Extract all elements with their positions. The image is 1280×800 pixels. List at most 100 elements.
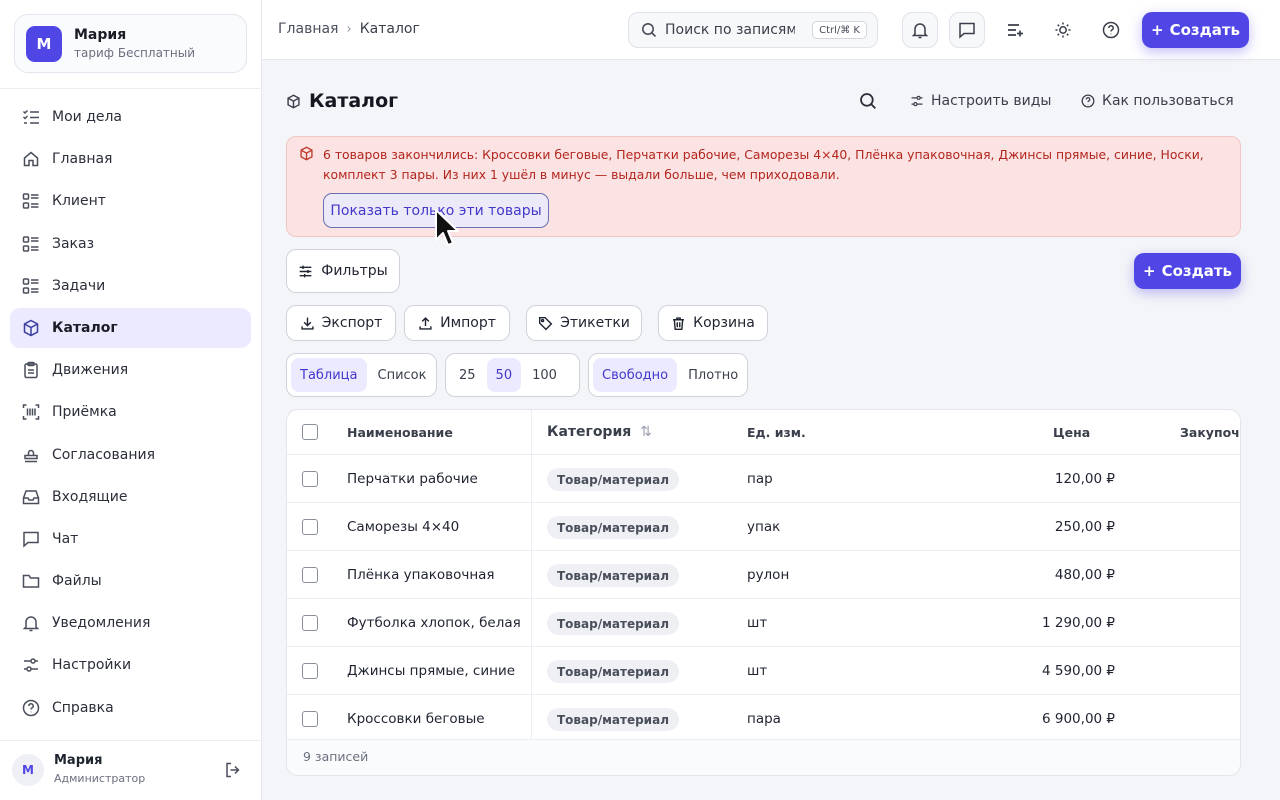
topbar: Главная › Каталог Поиск по записям Ctrl/… [262, 0, 1280, 60]
table-footer [287, 739, 1240, 775]
column-price[interactable]: Цена [1053, 425, 1090, 440]
theme-toggle-button[interactable] [1045, 12, 1081, 48]
select-all-checkbox[interactable] [302, 424, 318, 440]
table-row[interactable]: Кроссовки беговые Товар/материал пара 6 … [287, 695, 1240, 743]
quick-add-button[interactable] [997, 12, 1033, 48]
row-checkbox[interactable] [302, 519, 318, 535]
row-unit: пар [747, 471, 773, 487]
how-to-use-link[interactable]: Как пользоваться [1081, 93, 1234, 109]
category-badge: Товар/материал [547, 660, 679, 683]
column-category[interactable]: Категория ⇅ [547, 424, 652, 440]
create-item-button[interactable]: + Создать [1134, 253, 1241, 289]
density-option-compact[interactable]: Плотно [679, 358, 747, 392]
sidebar-item-my-tasks[interactable]: Мои дела [10, 97, 251, 137]
logout-icon[interactable] [224, 761, 242, 779]
page-size-option-100[interactable]: 100 [523, 358, 566, 392]
column-unit[interactable]: Ед. изм. [747, 425, 806, 440]
sliders-icon [910, 94, 924, 108]
alert-message: 6 товаров закончились: Кроссовки беговые… [323, 147, 1204, 182]
labels-button[interactable]: Этикетки [526, 305, 642, 341]
stamp-icon [22, 446, 40, 464]
table-header: Наименование Категория ⇅ Ед. изм. Цена З… [287, 410, 1240, 455]
page-size-option-25[interactable]: 25 [450, 358, 485, 392]
sidebar-item-inbox[interactable]: Входящие [10, 477, 251, 517]
sidebar-item-receiving[interactable]: Приёмка [10, 392, 251, 432]
org-plan: тариф Бесплатный [74, 46, 196, 60]
view-option-list[interactable]: Список [369, 358, 436, 392]
sidebar-item-order[interactable]: Заказ [10, 224, 251, 264]
list-icon [22, 277, 40, 295]
sidebar-item-label: Настройки [52, 657, 132, 674]
row-checkbox[interactable] [302, 471, 318, 487]
table-row[interactable]: Саморезы 4×40 Товар/материал упак 250,00… [287, 503, 1240, 551]
row-unit: шт [747, 615, 768, 631]
table-row[interactable]: Перчатки рабочие Товар/материал пар 120,… [287, 455, 1240, 503]
sliders-icon [298, 264, 313, 279]
search-icon[interactable] [859, 92, 877, 110]
sidebar-item-settings[interactable]: Настройки [10, 645, 251, 685]
page-title-text: Каталог [309, 90, 399, 112]
tag-icon [538, 316, 553, 331]
sidebar-item-catalog[interactable]: Каталог [10, 307, 251, 348]
table-row[interactable]: Джинсы прямые, синие Товар/материал шт 4… [287, 647, 1240, 695]
trash-button[interactable]: Корзина [658, 305, 768, 341]
view-option-table[interactable]: Таблица [291, 358, 367, 392]
sidebar-item-label: Уведомления [52, 615, 151, 632]
sidebar-item-label: Справка [52, 699, 114, 716]
sidebar-item-tasks[interactable]: Задачи [10, 266, 251, 306]
row-name: Саморезы 4×40 [347, 519, 460, 535]
table-row[interactable]: Футболка хлопок, белая Товар/материал шт… [287, 599, 1240, 647]
sidebar-item-help[interactable]: Справка [10, 688, 251, 728]
help-button[interactable] [1093, 12, 1129, 48]
avatar[interactable]: М [12, 754, 44, 786]
sidebar-item-files[interactable]: Файлы [10, 561, 251, 601]
record-count: 9 записей [303, 749, 369, 764]
search-input[interactable]: Поиск по записям Ctrl/⌘ K [628, 12, 878, 48]
sidebar-item-client[interactable]: Клиент [10, 181, 251, 221]
sidebar-item-movements[interactable]: Движения [10, 350, 251, 390]
row-checkbox[interactable] [302, 567, 318, 583]
row-name: Футболка хлопок, белая [347, 615, 521, 631]
row-checkbox[interactable] [302, 711, 318, 727]
chat-button[interactable] [949, 12, 985, 48]
row-name: Плёнка упаковочная [347, 567, 495, 583]
breadcrumb-home[interactable]: Главная [278, 21, 338, 37]
filters-button[interactable]: Фильтры [286, 249, 400, 293]
configure-views-link[interactable]: Настроить виды [910, 93, 1051, 109]
row-checkbox[interactable] [302, 663, 318, 679]
category-badge: Товар/материал [547, 516, 679, 539]
bell-icon [911, 21, 929, 39]
trash-label: Корзина [693, 315, 755, 331]
export-button[interactable]: Экспорт [286, 305, 396, 341]
sidebar-item-chat[interactable]: Чат [10, 519, 251, 559]
breadcrumb: Главная › Каталог [278, 21, 420, 37]
catalog-table: Наименование Категория ⇅ Ед. изм. Цена З… [286, 409, 1241, 776]
notifications-button[interactable] [902, 12, 938, 48]
row-price: 120,00 ₽ [1054, 471, 1115, 487]
category-badge: Товар/материал [547, 612, 679, 635]
create-button[interactable]: + Создать [1142, 12, 1249, 48]
sliders-icon [22, 656, 40, 674]
column-purchase-price[interactable]: Закупочна [1180, 425, 1240, 440]
labels-label: Этикетки [560, 315, 630, 331]
sidebar-item-home[interactable]: Главная [10, 139, 251, 179]
list-icon [22, 235, 40, 253]
org-switcher[interactable]: М Мария тариф Бесплатный [14, 14, 247, 73]
configure-views-label: Настроить виды [931, 93, 1052, 109]
sidebar-item-label: Движения [52, 362, 129, 379]
category-badge: Товар/материал [547, 468, 679, 491]
column-name[interactable]: Наименование [347, 425, 453, 440]
import-button[interactable]: Импорт [404, 305, 510, 341]
download-icon [300, 316, 315, 331]
density-toggle: Свободно Плотно [588, 353, 748, 397]
row-price: 480,00 ₽ [1054, 567, 1115, 583]
row-unit: шт [747, 663, 768, 679]
density-option-loose[interactable]: Свободно [593, 358, 678, 392]
search-placeholder: Поиск по записям [665, 22, 795, 38]
row-checkbox[interactable] [302, 615, 318, 631]
sidebar-item-approvals[interactable]: Согласования [10, 435, 251, 475]
sidebar-item-label: Заказ [52, 235, 95, 252]
sidebar-item-notifications[interactable]: Уведомления [10, 603, 251, 643]
table-row[interactable]: Плёнка упаковочная Товар/материал рулон … [287, 551, 1240, 599]
page-size-option-50[interactable]: 50 [486, 358, 522, 392]
